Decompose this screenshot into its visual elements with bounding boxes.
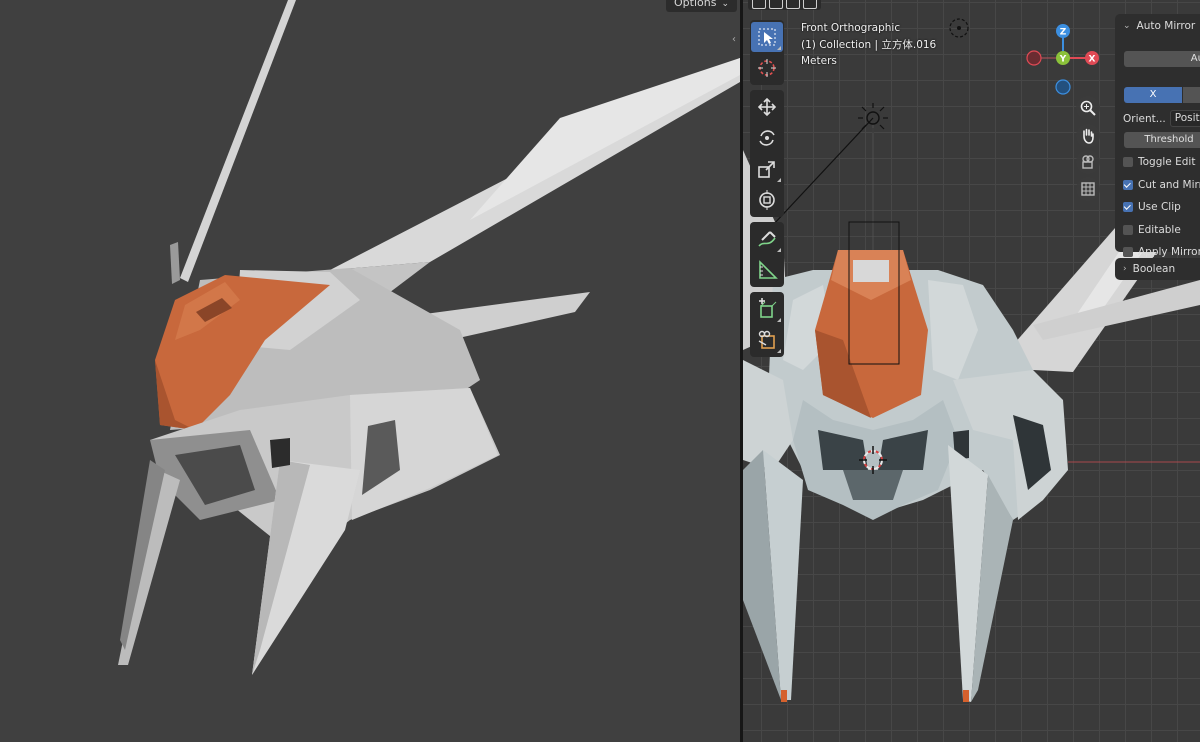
right-3d-viewport[interactable]: Z X Y Front Orthographic (1) Collection … bbox=[743, 0, 1200, 742]
cursor-tool[interactable] bbox=[751, 53, 783, 83]
rotate-tool[interactable] bbox=[751, 123, 783, 153]
axis-y-toggle[interactable] bbox=[1183, 87, 1200, 103]
camera-view-button[interactable] bbox=[1076, 150, 1100, 174]
editable-checkbox[interactable]: Editable bbox=[1123, 224, 1181, 236]
navigation-gizmo[interactable]: Z X Y bbox=[1026, 24, 1099, 95]
options-dropdown[interactable]: Options ⌄ bbox=[666, 0, 737, 12]
editable-label: Editable bbox=[1138, 224, 1181, 236]
orientation-select[interactable]: Positive bbox=[1169, 110, 1200, 127]
chevron-down-icon: ⌄ bbox=[721, 0, 729, 9]
gizmo-y-label: Y bbox=[1059, 55, 1067, 65]
camera-icon bbox=[1082, 155, 1094, 169]
pan-button[interactable] bbox=[1076, 124, 1100, 148]
boolean-header[interactable]: › Boolean bbox=[1123, 263, 1175, 275]
orientation-label: Orient... bbox=[1123, 112, 1166, 125]
transform-tool[interactable] bbox=[751, 185, 783, 215]
auto-mirror-button[interactable]: Auto bbox=[1124, 51, 1200, 67]
axis-toggle-row: X bbox=[1124, 87, 1200, 103]
cut-and-mirror-checkbox[interactable]: Cut and Mirror bbox=[1123, 179, 1200, 191]
measure-icon bbox=[759, 260, 778, 279]
grid-icon bbox=[1081, 182, 1095, 196]
apply-mirror-label: Apply Mirror bbox=[1138, 246, 1200, 258]
view-name: Front Orthographic bbox=[801, 22, 901, 34]
mode-extend-icon[interactable] bbox=[769, 0, 783, 9]
rotate-icon bbox=[759, 130, 775, 146]
measure-tool[interactable] bbox=[751, 255, 783, 285]
units-label: Meters bbox=[801, 55, 837, 67]
annotate-tool[interactable] bbox=[751, 224, 783, 254]
move-tool[interactable] bbox=[751, 92, 783, 122]
checkbox-checked[interactable] bbox=[1123, 202, 1133, 212]
shear-icon bbox=[758, 330, 775, 349]
select-mode-buttons[interactable] bbox=[748, 0, 821, 10]
chevron-right-icon: › bbox=[1123, 264, 1127, 274]
checkbox-box[interactable] bbox=[1123, 225, 1133, 235]
zoom-button[interactable] bbox=[1076, 96, 1100, 120]
scale-tool[interactable] bbox=[751, 154, 783, 184]
auto-mirror-panel: ⌄ Auto Mirror Auto X Orient... Positive … bbox=[1115, 14, 1200, 258]
axis-x-toggle[interactable]: X bbox=[1124, 87, 1182, 103]
mode-subtract-icon[interactable] bbox=[786, 0, 800, 9]
zoom-icon bbox=[1080, 100, 1096, 116]
mode-new-icon[interactable] bbox=[752, 0, 766, 9]
toggle-edit-checkbox[interactable]: Toggle Edit bbox=[1123, 156, 1195, 168]
auto-mirror-title: Auto Mirror bbox=[1136, 20, 1196, 32]
boolean-title: Boolean bbox=[1132, 263, 1176, 275]
add-cube-tool[interactable] bbox=[751, 294, 783, 324]
left-3d-viewport[interactable]: Options ⌄ ‹ bbox=[0, 0, 740, 742]
use-clip-label: Use Clip bbox=[1138, 201, 1181, 213]
annotate-icon bbox=[758, 231, 776, 247]
ortho-toggle-button[interactable] bbox=[1076, 177, 1100, 201]
checkbox-box[interactable] bbox=[1123, 247, 1133, 257]
apply-mirror-checkbox[interactable]: Apply Mirror bbox=[1123, 246, 1200, 258]
mode-intersect-icon[interactable] bbox=[803, 0, 817, 9]
toggle-edit-label: Toggle Edit bbox=[1138, 156, 1196, 168]
threshold-field[interactable]: Threshold bbox=[1124, 132, 1200, 148]
collection-info: (1) Collection | 立方体.016 bbox=[801, 38, 937, 51]
checkbox-box[interactable] bbox=[1123, 157, 1133, 167]
chevron-down-icon: ⌄ bbox=[1123, 21, 1131, 31]
tool-shelf bbox=[750, 20, 784, 362]
checkbox-checked[interactable] bbox=[1123, 180, 1133, 190]
gizmo-z-label: Z bbox=[1060, 28, 1067, 38]
chevron-left-icon[interactable]: ‹ bbox=[732, 34, 736, 45]
select-box-icon bbox=[758, 28, 776, 46]
options-label: Options bbox=[674, 0, 717, 9]
select-box-tool[interactable] bbox=[751, 22, 783, 52]
cut-and-mirror-label: Cut and Mirror bbox=[1138, 179, 1200, 191]
gizmo-neg-z-icon bbox=[1055, 79, 1071, 95]
gizmo-x-label: X bbox=[1089, 55, 1096, 65]
use-clip-checkbox[interactable]: Use Clip bbox=[1123, 201, 1181, 213]
boolean-panel[interactable]: › Boolean bbox=[1115, 258, 1200, 280]
transform-icon bbox=[759, 190, 775, 210]
gizmo-neg-x-icon bbox=[1026, 50, 1042, 66]
auto-mirror-header[interactable]: ⌄ Auto Mirror bbox=[1123, 20, 1195, 32]
hand-icon bbox=[1083, 128, 1094, 144]
add-cube-icon bbox=[759, 298, 777, 318]
cursor-icon bbox=[758, 59, 776, 77]
move-icon bbox=[757, 97, 777, 117]
mech-head-model-perspective bbox=[118, 0, 740, 675]
origin-target-icon bbox=[949, 18, 969, 38]
viewport-info: Front Orthographic (1) Collection | 立方体.… bbox=[801, 20, 936, 70]
orientation-row: Orient... Positive bbox=[1123, 110, 1200, 127]
shear-tool[interactable] bbox=[751, 325, 783, 355]
scale-icon bbox=[758, 161, 775, 178]
